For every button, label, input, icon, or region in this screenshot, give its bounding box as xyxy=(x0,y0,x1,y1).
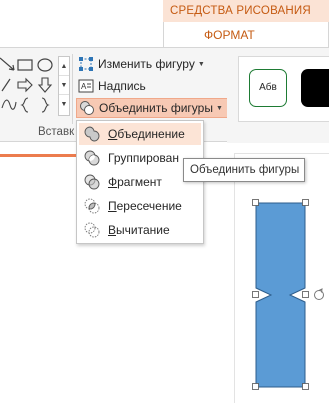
union-icon xyxy=(84,126,100,142)
chevron-down-icon: ▼ xyxy=(197,60,205,68)
subtract-icon xyxy=(84,222,100,238)
merge-shapes-button[interactable]: Объединить фигуры ▼ xyxy=(76,98,228,118)
insert-shapes-group-label: Вставк xyxy=(38,126,75,138)
merge-shapes-tooltip: Объединить фигуры xyxy=(183,158,305,182)
fragment-icon xyxy=(84,174,100,190)
gallery-down-icon[interactable]: ▼ xyxy=(59,76,69,95)
rotate-handle-icon[interactable] xyxy=(314,288,324,300)
text-box-label: Надпись xyxy=(98,79,146,93)
merge-shapes-dropdown: Объединение Группирован Фрагмент Пересеч… xyxy=(76,120,204,244)
gallery-more-icon[interactable]: ▼ xyxy=(59,95,69,114)
menu-item-subtract[interactable]: Вычитание xyxy=(79,219,201,241)
gallery-up-icon[interactable]: ▲ xyxy=(59,57,69,76)
powerpoint-window: СРЕДСТВА РИСОВАНИЯ ФОРМАТ ▲ ▼ ▼ Изменить… xyxy=(0,0,329,403)
menu-item-fragment-label: рагмент xyxy=(117,175,162,189)
tab-format[interactable]: ФОРМАТ xyxy=(163,22,329,48)
merge-shapes-label: Объединить фигуры xyxy=(99,101,213,115)
gallery-scroll[interactable]: ▲ ▼ ▼ xyxy=(58,56,70,116)
group-divider xyxy=(72,54,73,124)
selected-shape[interactable] xyxy=(244,195,329,395)
chevron-down-icon: ▼ xyxy=(215,104,223,112)
rectangle-shape-icon[interactable] xyxy=(16,56,34,74)
menu-item-union-mnemonic: О xyxy=(108,127,118,141)
arrow-down-shape-icon[interactable] xyxy=(36,76,54,94)
oval-shape-icon[interactable] xyxy=(36,56,54,74)
edit-shape-button[interactable]: Изменить фигуру ▼ xyxy=(76,54,209,74)
edit-shape-icon xyxy=(79,57,93,71)
menu-item-intersect-label: ересечение xyxy=(116,199,182,213)
edit-shape-label: Изменить фигуру xyxy=(98,57,195,71)
combine-icon xyxy=(84,150,100,166)
drawing-tools-context-group: СРЕДСТВА РИСОВАНИЯ ФОРМАТ xyxy=(163,0,329,48)
menu-item-combine-label: Группирован xyxy=(108,151,179,165)
intersect-icon xyxy=(84,198,100,214)
shape-style-sample-dark[interactable] xyxy=(301,69,329,107)
merge-shapes-icon xyxy=(80,101,94,115)
menu-item-intersect-mnemonic: П xyxy=(108,199,117,213)
menu-item-union-label: бъединение xyxy=(117,127,185,141)
menu-item-subtract-label: ычитание xyxy=(116,223,170,237)
shapes-gallery[interactable]: ▲ ▼ ▼ xyxy=(0,56,72,116)
menu-item-fragment-mnemonic: Ф xyxy=(108,175,118,189)
left-brace-shape-icon[interactable] xyxy=(16,96,34,114)
text-box-button[interactable]: A Надпись xyxy=(76,76,150,96)
arrow-right-shape-icon[interactable] xyxy=(16,76,34,94)
shape-styles-gallery: Абв xyxy=(238,56,329,122)
context-group-title: СРЕДСТВА РИСОВАНИЯ xyxy=(163,0,329,22)
menu-item-union[interactable]: Объединение xyxy=(79,123,201,145)
menu-item-subtract-mnemonic: В xyxy=(108,223,117,237)
menu-item-intersect[interactable]: Пересечение xyxy=(79,195,201,217)
svg-text:A: A xyxy=(81,82,87,91)
text-box-icon: A xyxy=(78,79,94,93)
shape-style-sample[interactable]: Абв xyxy=(249,69,287,107)
right-brace-shape-icon[interactable] xyxy=(36,96,54,114)
